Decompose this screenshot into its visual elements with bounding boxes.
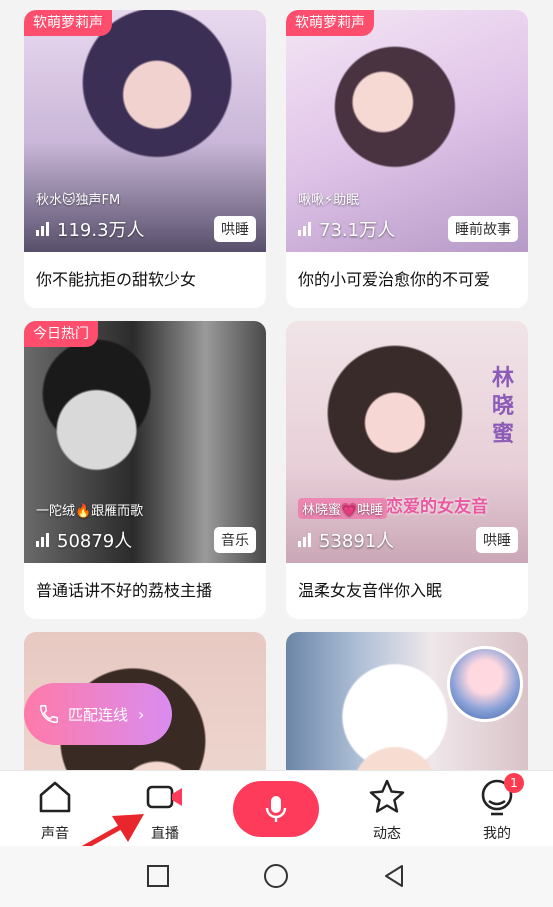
live-room-card[interactable]: 软萌萝莉声 啾啾⚡助眠 73.1万人 睡前故事 你的小可爱治愈你的不可爱 xyxy=(286,10,528,308)
chevron-right-icon: › xyxy=(138,704,145,724)
signal-bars-icon xyxy=(298,222,311,236)
category-badge: 哄睡 xyxy=(476,527,518,553)
match-connect-button[interactable]: 匹配连线 › xyxy=(24,683,172,745)
tab-label: 动态 xyxy=(373,826,401,842)
side-caption: 林晓蜜 xyxy=(492,366,515,447)
signal-bars-icon xyxy=(36,533,49,547)
room-title: 你不能抗拒の甜软少女 xyxy=(36,270,197,289)
live-room-card[interactable]: 今日热门 一陀绒🔥跟雁而歌 50879人 音乐 普通话讲不好的荔枝主播 xyxy=(24,321,266,619)
category-badge: 音乐 xyxy=(214,527,256,553)
room-tag: 软萌萝莉声 xyxy=(286,10,374,36)
room-cover: 林晓蜜 恋爱的女友音 林晓蜜💗哄睡 53891人 哄睡 xyxy=(286,321,528,563)
star-icon xyxy=(369,779,405,813)
signal-bars-icon xyxy=(36,222,49,236)
tab-moments[interactable]: 动态 xyxy=(352,777,422,843)
room-title: 普通话讲不好的荔枝主播 xyxy=(36,581,213,600)
home-circle-icon[interactable] xyxy=(262,862,290,890)
live-host-avatar[interactable] xyxy=(447,646,523,722)
host-name: 一陀绒🔥跟雁而歌 xyxy=(36,504,144,519)
room-tag: 软萌萝莉声 xyxy=(24,10,112,36)
overlay-caption: 恋爱的女友音 xyxy=(386,497,488,517)
listener-count: 119.3万人 xyxy=(57,220,145,241)
category-badge: 睡前故事 xyxy=(448,216,518,242)
system-nav-bar xyxy=(0,846,553,907)
room-title: 你的小可爱治愈你的不可爱 xyxy=(298,270,491,289)
room-tag: 今日热门 xyxy=(24,321,98,347)
microphone-icon xyxy=(265,796,287,822)
listener-stats: 53891人 xyxy=(298,527,394,553)
host-name: 啾啾⚡助眠 xyxy=(298,193,360,208)
listener-stats: 50879人 xyxy=(36,527,132,553)
listener-count: 73.1万人 xyxy=(319,220,396,241)
listener-count: 50879人 xyxy=(57,531,133,552)
listener-stats: 119.3万人 xyxy=(36,216,145,242)
notification-badge: 1 xyxy=(504,773,524,793)
record-button[interactable] xyxy=(233,781,319,837)
back-triangle-icon[interactable] xyxy=(381,863,407,889)
room-title: 温柔女友音伴你入眠 xyxy=(298,581,443,600)
host-name: 秋水🐱独声FM xyxy=(36,193,121,208)
signal-bars-icon xyxy=(298,533,311,547)
host-name: 林晓蜜💗哄睡 xyxy=(298,498,388,519)
live-room-card[interactable]: 林晓蜜 恋爱的女友音 林晓蜜💗哄睡 53891人 哄睡 温柔女友音伴你入眠 xyxy=(286,321,528,619)
tab-profile[interactable]: 1 我的 xyxy=(462,773,532,843)
match-connect-label: 匹配连线 xyxy=(68,705,129,724)
phone-icon xyxy=(40,705,58,723)
tab-label: 我的 xyxy=(483,826,511,842)
room-cover: 软萌萝莉声 啾啾⚡助眠 73.1万人 睡前故事 xyxy=(286,10,528,252)
room-cover: 今日热门 一陀绒🔥跟雁而歌 50879人 音乐 xyxy=(24,321,266,563)
room-cover: 软萌萝莉声 秋水🐱独声FM 119.3万人 哄睡 xyxy=(24,10,266,252)
category-badge: 哄睡 xyxy=(214,216,256,242)
live-room-card[interactable]: 软萌萝莉声 秋水🐱独声FM 119.3万人 哄睡 你不能抗拒の甜软少女 xyxy=(24,10,266,308)
listener-count: 53891人 xyxy=(319,531,395,552)
recent-apps-icon[interactable] xyxy=(145,863,171,889)
listener-stats: 73.1万人 xyxy=(298,216,395,242)
